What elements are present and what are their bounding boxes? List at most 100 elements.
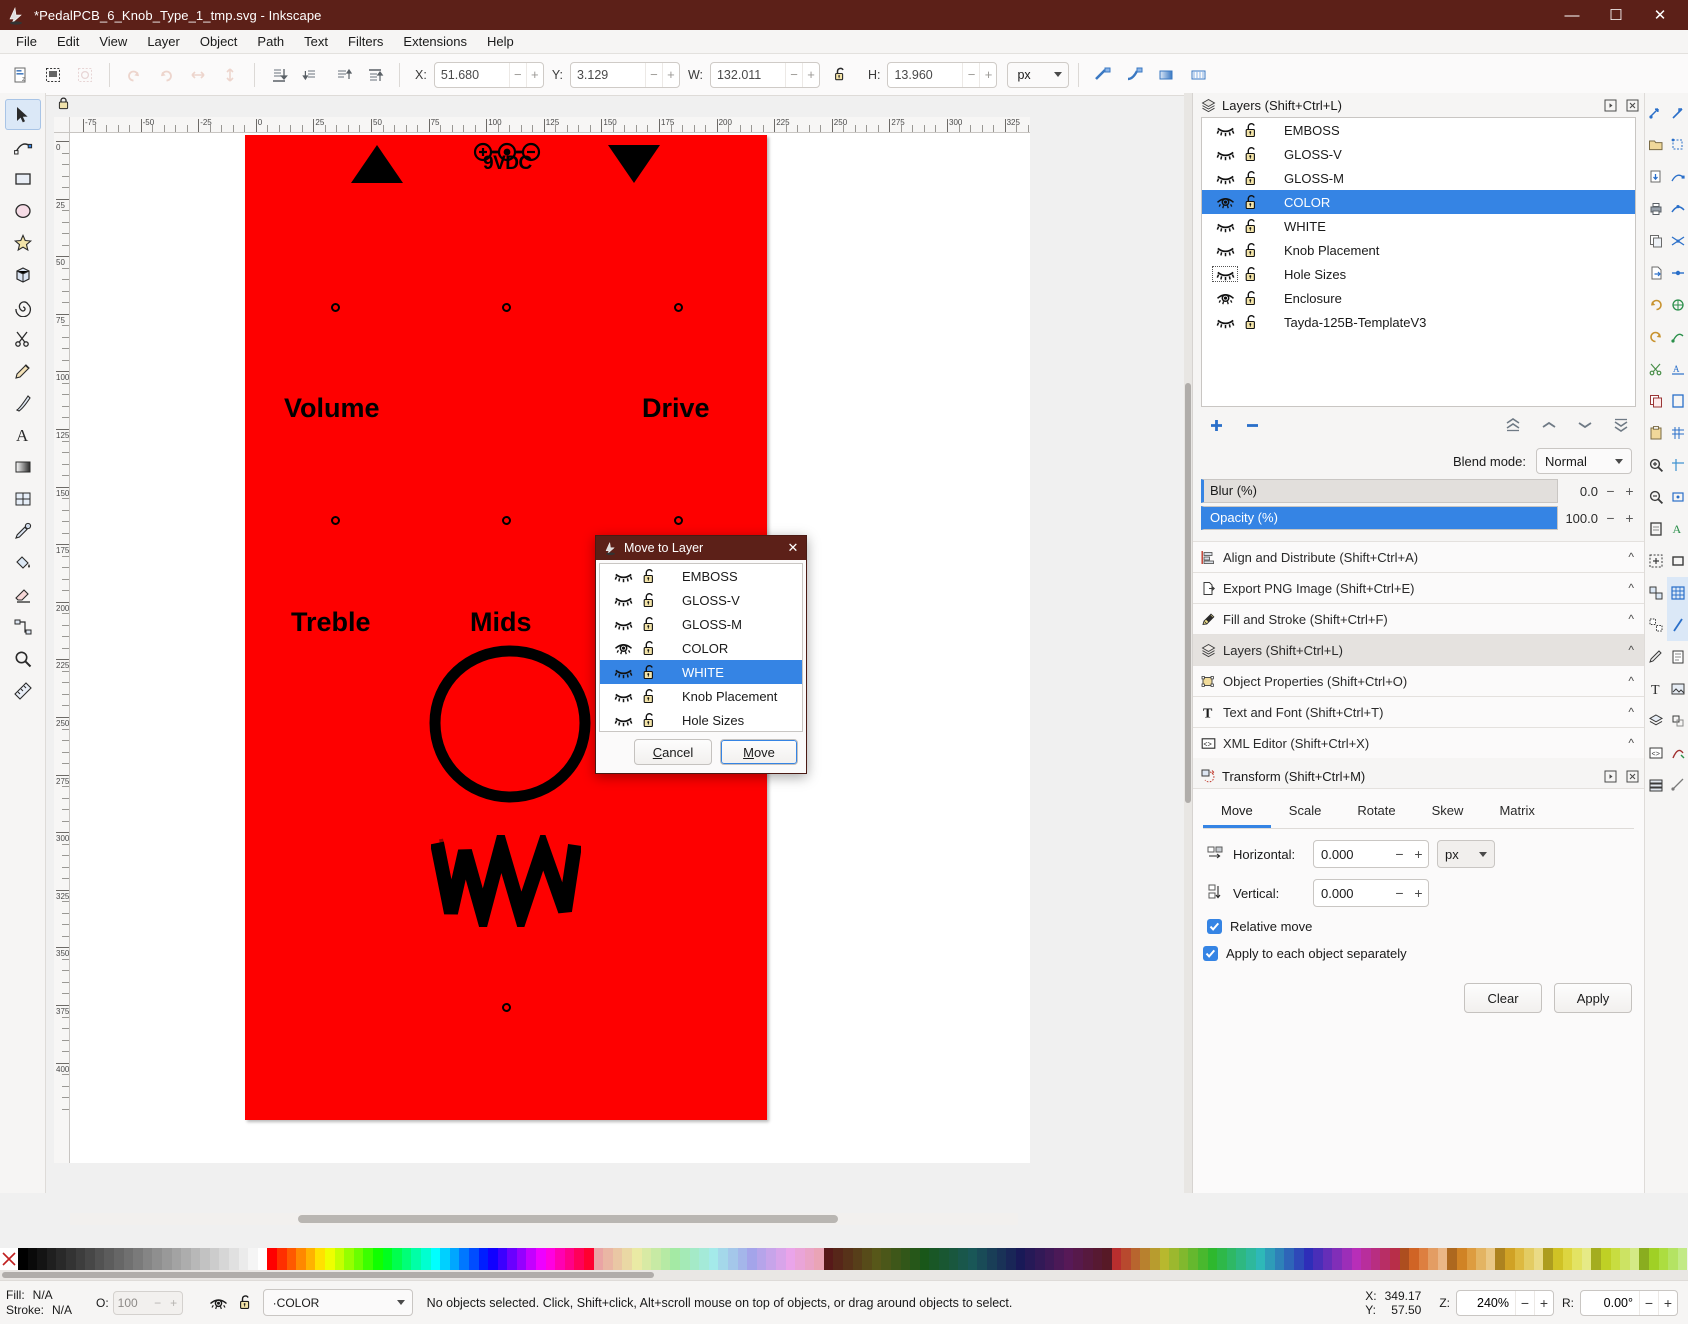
palette-swatch[interactable]: [622, 1248, 632, 1270]
raise-to-top-icon[interactable]: [360, 60, 390, 90]
tab-rotate[interactable]: Rotate: [1339, 797, 1413, 828]
w-increment-button[interactable]: +: [801, 62, 819, 87]
y-field[interactable]: − +: [569, 61, 680, 88]
palette-swatch[interactable]: [257, 1248, 268, 1270]
h-decrement-button[interactable]: −: [962, 62, 979, 87]
x-decrement-button[interactable]: −: [508, 62, 526, 87]
palette-swatch[interactable]: [27, 1248, 38, 1270]
palette-swatch[interactable]: [133, 1248, 143, 1270]
palette-swatch[interactable]: [1025, 1248, 1035, 1270]
palette-swatch[interactable]: [392, 1248, 402, 1270]
palette-swatch[interactable]: [948, 1248, 959, 1270]
h-field[interactable]: − +: [887, 61, 998, 88]
move-to-layer-list[interactable]: EMBOSS GLOSS-V GLOSS-M COLOR WHITE Knob Place…: [599, 563, 803, 732]
node-tool[interactable]: [5, 131, 41, 162]
layer-row[interactable]: Hole Sizes: [1202, 262, 1635, 286]
palette-swatch[interactable]: [1476, 1248, 1486, 1270]
zoom-input[interactable]: [1457, 1290, 1515, 1315]
palette-swatch[interactable]: [1226, 1248, 1237, 1270]
affect-patterns-icon[interactable]: [1184, 60, 1214, 90]
zoom-fit-page-icon[interactable]: [1645, 513, 1667, 545]
palette-swatch[interactable]: [1629, 1248, 1640, 1270]
palette-swatch[interactable]: [526, 1248, 537, 1270]
palette-swatch[interactable]: [1600, 1248, 1611, 1270]
rotation-input[interactable]: [1581, 1290, 1639, 1315]
palette-swatch[interactable]: [1207, 1248, 1218, 1270]
palette-scrollbar[interactable]: [0, 1270, 1688, 1280]
box3d-tool[interactable]: [5, 259, 41, 290]
dialog-strip-text[interactable]: T Text and Font (Shift+Ctrl+T) ^: [1193, 696, 1644, 727]
palette-swatch[interactable]: [190, 1248, 201, 1270]
palette-swatch[interactable]: [296, 1248, 306, 1270]
menu-view[interactable]: View: [89, 31, 137, 52]
modal-close-icon[interactable]: ✕: [784, 539, 802, 557]
palette-swatch[interactable]: [574, 1248, 585, 1270]
palette-swatch[interactable]: [478, 1248, 489, 1270]
rotation-field[interactable]: − +: [1580, 1289, 1678, 1316]
palette-swatch[interactable]: [1418, 1248, 1429, 1270]
palette-swatch[interactable]: [1562, 1248, 1573, 1270]
palette-swatch[interactable]: [459, 1248, 469, 1270]
palette-swatch[interactable]: [843, 1248, 853, 1270]
opacity-increment-button[interactable]: +: [1623, 510, 1636, 526]
palette-swatch[interactable]: [1658, 1248, 1669, 1270]
palette-swatch[interactable]: [1543, 1248, 1553, 1270]
layer-lock-icon[interactable]: [636, 592, 662, 609]
close-button[interactable]: ✕: [1638, 0, 1682, 30]
zoom-out-icon[interactable]: [1645, 481, 1667, 513]
dock-scrollbar[interactable]: [1184, 93, 1192, 1193]
zoom-tool[interactable]: [5, 643, 41, 674]
palette-swatch[interactable]: [420, 1248, 431, 1270]
palette-swatch[interactable]: [516, 1248, 527, 1270]
palette-swatch[interactable]: [161, 1248, 172, 1270]
relative-move-checkbox[interactable]: [1207, 919, 1222, 934]
pencil-tool[interactable]: [5, 355, 41, 386]
palette-swatch[interactable]: [1668, 1248, 1678, 1270]
palette-swatch[interactable]: [1034, 1248, 1045, 1270]
palette-swatch[interactable]: [267, 1248, 278, 1270]
palette-swatch[interactable]: [1639, 1248, 1649, 1270]
palette-swatch[interactable]: [1006, 1248, 1016, 1270]
x-input[interactable]: [434, 62, 509, 87]
tab-move[interactable]: Move: [1203, 797, 1271, 828]
palette-swatch[interactable]: [1121, 1248, 1131, 1270]
palette-swatch[interactable]: [881, 1248, 892, 1270]
palette-swatch[interactable]: [689, 1248, 700, 1270]
snap-enable-icon[interactable]: [1667, 97, 1688, 129]
layer-visibility-icon[interactable]: [1212, 218, 1238, 234]
horizontal-field[interactable]: − +: [1313, 840, 1429, 868]
palette-swatch[interactable]: [852, 1248, 863, 1270]
snap-intersection-icon[interactable]: [1667, 225, 1688, 257]
dialog-strip-object[interactable]: Object Properties (Shift+Ctrl+O) ^: [1193, 665, 1644, 696]
horizontal-input[interactable]: [1314, 841, 1390, 867]
palette-swatch[interactable]: [737, 1248, 748, 1270]
layer-lock-icon[interactable]: [636, 640, 662, 657]
vertical-ruler[interactable]: 0 25 50 75 100 125 150 175 200 225 250 275 300 325 350…: [54, 133, 70, 1163]
w-decrement-button[interactable]: −: [784, 62, 802, 87]
palette-swatch[interactable]: [1322, 1248, 1333, 1270]
layer-lock-icon[interactable]: [636, 616, 662, 633]
vertical-decrement-button[interactable]: −: [1390, 880, 1409, 906]
layer-visibility-icon[interactable]: [610, 568, 636, 584]
palette-swatch[interactable]: [142, 1248, 153, 1270]
calligraphy-tool[interactable]: [5, 387, 41, 418]
trace-icon[interactable]: [1667, 737, 1688, 769]
palette-swatch[interactable]: [1485, 1248, 1496, 1270]
palette-swatch[interactable]: [1428, 1248, 1438, 1270]
move-to-layer-row[interactable]: COLOR: [600, 636, 802, 660]
palette-swatch[interactable]: [910, 1248, 920, 1270]
palette-swatch[interactable]: [1332, 1248, 1342, 1270]
palette-swatch[interactable]: [1082, 1248, 1093, 1270]
preferences-icon[interactable]: [1667, 769, 1688, 801]
flip-horizontal-icon[interactable]: [183, 60, 213, 90]
palette-swatch[interactable]: [1351, 1248, 1362, 1270]
palette-swatch[interactable]: [305, 1248, 316, 1270]
palette-swatch[interactable]: [919, 1248, 930, 1270]
raise-layer-button[interactable]: [1538, 414, 1560, 436]
palette-swatch[interactable]: [1169, 1248, 1179, 1270]
palette-swatch[interactable]: [814, 1248, 824, 1270]
snap-nodes-icon[interactable]: [1667, 161, 1688, 193]
vertical-input[interactable]: [1314, 880, 1390, 906]
layer-row[interactable]: Tayda-125B-TemplateV3: [1202, 310, 1635, 334]
unit-selector[interactable]: px: [1007, 61, 1070, 88]
